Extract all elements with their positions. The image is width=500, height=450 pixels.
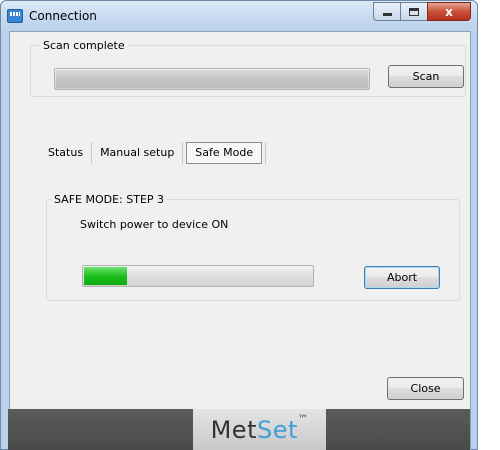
app-icon <box>7 9 23 23</box>
close-button[interactable]: Close <box>387 377 464 400</box>
minimize-button[interactable] <box>373 2 400 21</box>
logo-text-met: Met <box>210 415 257 444</box>
tab-strip: Status Manual setup Safe Mode <box>40 141 267 165</box>
scan-group-label: Scan complete <box>40 39 128 52</box>
scan-progress-bar <box>54 68 370 90</box>
abort-button[interactable]: Abort <box>364 266 440 289</box>
safe-mode-progress-fill <box>84 267 127 285</box>
title-bar[interactable]: Connection x <box>1 1 477 31</box>
metset-logo: MetSet™ <box>210 413 309 444</box>
close-window-button[interactable]: x <box>427 2 471 21</box>
tab-safe-mode[interactable]: Safe Mode <box>186 142 263 164</box>
logo-trademark: ™ <box>297 413 309 425</box>
caption-buttons: x <box>373 2 471 22</box>
tab-manual-setup[interactable]: Manual setup <box>92 142 182 164</box>
maximize-button[interactable] <box>400 2 427 21</box>
close-icon: x <box>445 4 453 19</box>
window-title: Connection <box>29 9 97 23</box>
safe-mode-progress-bar <box>82 265 314 287</box>
minimize-icon <box>382 13 392 16</box>
safe-mode-instruction: Switch power to device ON <box>80 218 229 231</box>
tab-separator <box>265 142 267 164</box>
scan-button[interactable]: Scan <box>388 65 464 88</box>
safe-mode-group-label: SAFE MODE: STEP 3 <box>51 193 168 206</box>
logo-text-set: Set <box>256 415 298 444</box>
logo-plate: MetSet™ <box>193 409 326 450</box>
maximize-icon <box>409 7 419 16</box>
tab-separator <box>182 142 184 164</box>
scan-progress-fill <box>56 70 368 88</box>
tab-status[interactable]: Status <box>40 142 91 164</box>
